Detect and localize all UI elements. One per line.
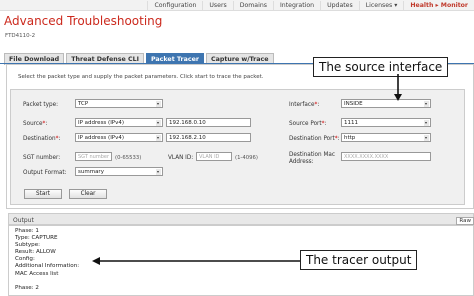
tracer-output-arrowhead bbox=[92, 257, 100, 265]
source-interface-arrowhead bbox=[394, 94, 402, 101]
callout-arrows bbox=[92, 74, 402, 265]
